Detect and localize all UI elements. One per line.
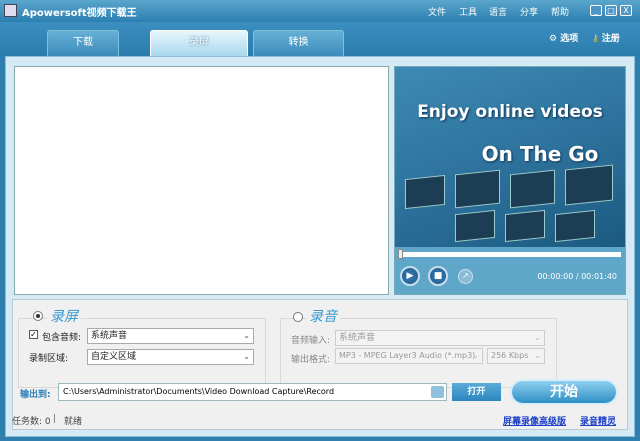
- screen-record-title: 录屏: [47, 306, 81, 326]
- tab-record-screen[interactable]: 录屏: [150, 30, 248, 56]
- thumbnail: [505, 209, 545, 243]
- fullscreen-button[interactable]: ↗: [458, 269, 473, 284]
- tab-download[interactable]: 下载: [47, 30, 119, 56]
- chevron-down-icon: ⌄: [534, 351, 541, 360]
- promo-line2: On The Go: [481, 142, 599, 166]
- promo-line1: Enjoy online videos: [417, 102, 603, 122]
- bitrate-value: 256 Kbps: [491, 351, 529, 360]
- output-format-select[interactable]: MP3 - MPEG Layer3 Audio (*.mp3) ⌄: [335, 348, 483, 364]
- tab-bar: 下载 录屏 转换 ⚙ 选项 ⚷ 注册: [0, 22, 640, 56]
- audio-record-title: 录音: [306, 306, 340, 326]
- seek-handle[interactable]: [398, 249, 403, 259]
- menu-share[interactable]: 分享: [520, 5, 538, 18]
- maximize-button[interactable]: □: [605, 5, 617, 16]
- register-label: 注册: [601, 34, 620, 44]
- time-display: 00:00:00 / 00:01:40: [537, 272, 617, 281]
- thumbnail: [455, 209, 495, 243]
- output-path-value: C:\Users\Administrator\Documents\Video D…: [63, 387, 335, 396]
- region-value: 自定义区域: [91, 352, 137, 362]
- tab-convert[interactable]: 转换: [253, 30, 344, 56]
- audio-record-radio[interactable]: [293, 312, 303, 322]
- include-audio-label: 包含音频:: [42, 333, 82, 343]
- stop-button[interactable]: ■: [428, 266, 448, 286]
- chevron-down-icon: ⌄: [243, 331, 250, 340]
- output-format-label: 输出格式:: [291, 355, 331, 365]
- video-player: Enjoy online videos On The Go ▶ ■ ↗ 00:0…: [394, 66, 626, 295]
- expand-icon: ↗: [462, 271, 469, 280]
- thumbnail: [455, 169, 500, 209]
- thumbnail: [510, 169, 555, 209]
- region-label: 录制区域:: [29, 354, 69, 364]
- region-select[interactable]: 自定义区域 ⌄: [87, 349, 254, 365]
- audio-source-select[interactable]: 系统声音 ⌄: [87, 328, 254, 344]
- include-audio-checkbox[interactable]: ✓: [29, 330, 38, 339]
- thumbnail: [405, 174, 445, 210]
- gear-icon: ⚙: [549, 34, 558, 44]
- title-bar: Apowersoft视频下载王 文件 工具 语言 分享 帮助 _ □ X: [0, 0, 640, 22]
- bitrate-select[interactable]: 256 Kbps ⌄: [487, 348, 545, 364]
- chevron-down-icon: ⌄: [472, 351, 479, 360]
- options-button[interactable]: ⚙ 选项: [549, 31, 578, 44]
- thumbnail: [565, 164, 613, 206]
- promo-image: Enjoy online videos On The Go: [395, 67, 625, 247]
- status-text: 就绪: [64, 417, 83, 427]
- screen-record-radio[interactable]: [33, 311, 43, 321]
- options-label: 选项: [560, 34, 579, 44]
- screen-recorder-pro-link[interactable]: 屏幕录像高级版: [503, 414, 566, 427]
- output-path-input[interactable]: C:\Users\Administrator\Documents\Video D…: [58, 383, 447, 401]
- menu-file[interactable]: 文件: [428, 5, 446, 18]
- start-button[interactable]: 开始: [510, 379, 618, 405]
- chevron-down-icon: ⌄: [534, 333, 541, 342]
- menu-tools[interactable]: 工具: [459, 5, 477, 18]
- audio-input-label: 音频输入:: [291, 336, 331, 346]
- output-label: 输出到:: [20, 390, 51, 400]
- seek-bar[interactable]: [399, 252, 621, 257]
- close-button[interactable]: X: [620, 5, 632, 16]
- minimize-button[interactable]: _: [590, 5, 602, 16]
- play-button[interactable]: ▶: [400, 266, 420, 286]
- app-icon: [4, 4, 17, 17]
- audio-input-select[interactable]: 系统声音 ⌄: [335, 330, 545, 346]
- open-button[interactable]: 打开: [452, 383, 501, 401]
- thumbnail: [555, 209, 595, 243]
- register-button[interactable]: ⚷ 注册: [592, 31, 620, 44]
- audio-input-value: 系统声音: [339, 333, 376, 343]
- task-count: 任务数: 0: [12, 417, 51, 427]
- status-separator: |: [53, 414, 57, 424]
- menu-language[interactable]: 语言: [489, 5, 507, 18]
- folder-icon[interactable]: [431, 386, 444, 398]
- audio-source-value: 系统声音: [91, 331, 128, 341]
- menu-help[interactable]: 帮助: [551, 5, 569, 18]
- chevron-down-icon: ⌄: [243, 352, 250, 361]
- window-title: Apowersoft视频下载王: [22, 8, 137, 19]
- audio-recorder-link[interactable]: 录音精灵: [580, 414, 616, 427]
- output-format-value: MP3 - MPEG Layer3 Audio (*.mp3): [339, 351, 476, 360]
- stop-icon: ■: [433, 271, 443, 281]
- key-icon: ⚷: [592, 34, 599, 44]
- screen-preview: [14, 66, 389, 295]
- play-icon: ▶: [406, 271, 414, 281]
